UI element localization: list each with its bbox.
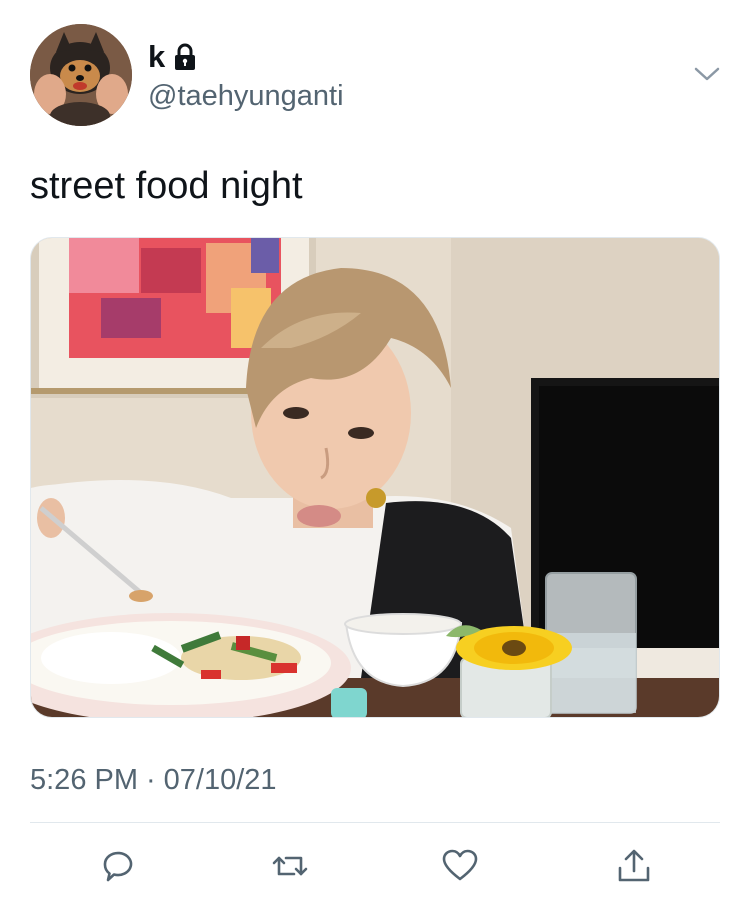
retweet-icon [272,856,308,876]
reply-button[interactable] [95,844,139,888]
lock-icon [175,43,196,70]
like-button[interactable] [438,844,482,888]
tweet-time: 5:26 PM [30,764,138,796]
tweet-text: street food night [30,165,303,207]
divider [30,822,720,823]
reply-icon [103,851,133,882]
avatar[interactable] [30,24,132,126]
share-button[interactable] [612,844,656,888]
retweet-button[interactable] [268,844,312,888]
tweet-date: 07/10/21 [163,764,277,796]
heart-icon [442,849,478,881]
tweet-timestamp[interactable]: 5:26 PM · 07/10/21 [30,762,277,798]
display-name[interactable]: k [148,40,165,74]
tweet-card: k @taehyunganti street food night 5:26 P… [0,0,750,910]
share-icon [618,849,650,882]
timestamp-separator: · [146,764,156,796]
name-row: k [148,40,197,74]
chevron-down-icon[interactable] [690,60,724,88]
tweet-photo[interactable] [30,237,720,718]
action-bar [0,838,750,894]
user-handle[interactable]: @taehyunganti [148,78,344,114]
